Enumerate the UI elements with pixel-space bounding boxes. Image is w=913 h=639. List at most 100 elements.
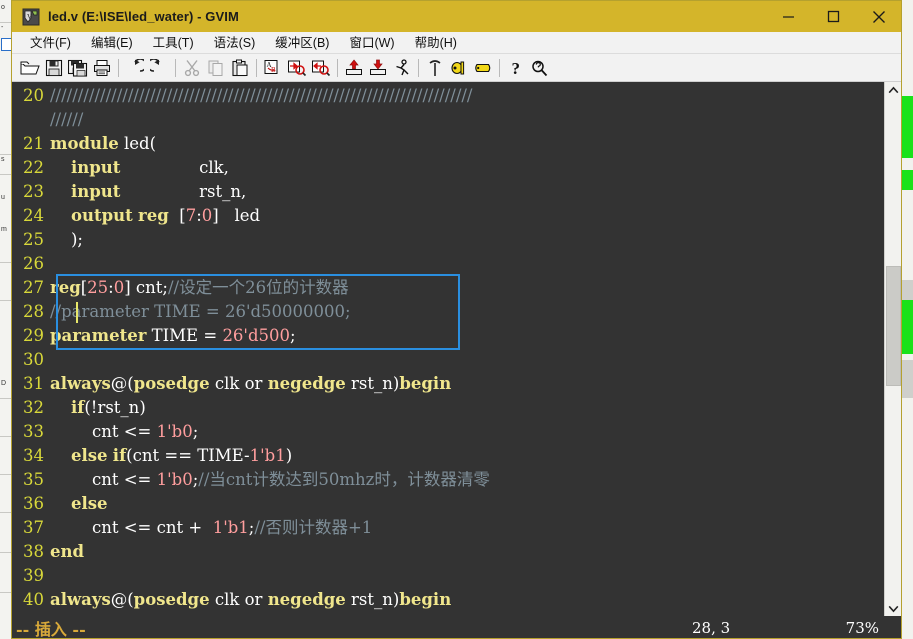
code-line[interactable]: 24 output reg [7:0] led (12, 204, 884, 228)
print-icon[interactable] (90, 56, 114, 80)
status-ruler: 28, 3 (692, 619, 731, 637)
line-number: 28 (23, 302, 44, 321)
line-text: always@(posedge clk or negedge rst_n)beg… (50, 590, 452, 609)
vertical-scrollbar[interactable] (884, 82, 901, 616)
line-number: 26 (23, 254, 44, 273)
line-text: else (70, 494, 108, 513)
line-text (50, 252, 884, 276)
scroll-up-arrow[interactable] (885, 82, 901, 98)
gvim-window: V led.v (E:\ISE\led_water) - GVIM 文件(F) … (11, 0, 902, 639)
redo-icon[interactable] (147, 56, 171, 80)
code-line[interactable]: 25 ); (12, 228, 884, 252)
load-session-icon[interactable] (342, 56, 366, 80)
gvim-icon: V (22, 8, 40, 26)
find-next-icon[interactable] (285, 56, 309, 80)
code-line[interactable]: 26 (12, 252, 884, 276)
tag-icon[interactable] (471, 56, 495, 80)
line-text (50, 348, 884, 372)
scroll-down-arrow[interactable] (885, 600, 901, 616)
code-line[interactable]: 31 always@(posedge clk or negedge rst_n)b… (12, 372, 884, 396)
code-line[interactable]: 22 input clk, (12, 156, 884, 180)
save-session-icon[interactable] (366, 56, 390, 80)
code-line[interactable]: 40 always@(posedge clk or negedge rst_n)b… (12, 588, 884, 612)
run-script-icon[interactable] (390, 56, 414, 80)
find-prev-icon[interactable] (309, 56, 333, 80)
menu-item-help[interactable]: 帮助(H) (405, 32, 467, 54)
line-text: else if(cnt == TIME-1'b1) (70, 446, 293, 465)
cut-icon (180, 56, 204, 80)
minimize-button[interactable] (766, 1, 811, 32)
code-line[interactable]: 37 cnt <= cnt + 1'b1;//否则计数器+1 (12, 516, 884, 540)
build-icon[interactable] (423, 56, 447, 80)
toolbar-separator (333, 58, 342, 77)
close-button[interactable] (856, 1, 901, 32)
line-text: end (50, 542, 85, 561)
svg-text:V: V (27, 13, 32, 21)
code-line[interactable]: 35 cnt <= 1'b0;//当cnt计数达到50mhz时，计数器清零 (12, 468, 884, 492)
undo-icon[interactable] (123, 56, 147, 80)
line-number: 34 (23, 446, 44, 465)
make-icon[interactable] (447, 56, 471, 80)
code-line[interactable]: 23 input rst_n, (12, 180, 884, 204)
menu-item-syntax[interactable]: 语法(S) (204, 32, 266, 54)
code-line[interactable]: 38 end (12, 540, 884, 564)
help-icon[interactable]: ? (504, 56, 528, 80)
text-cursor (75, 302, 78, 323)
title-bar[interactable]: V led.v (E:\ISE\led_water) - GVIM (12, 1, 901, 32)
code-line[interactable]: 32 if(!rst_n) (12, 396, 884, 420)
code-line[interactable]: 20 //////////////////////////////////////… (12, 84, 884, 108)
code-line[interactable]: 28 //parameter TIME = 26'd50000000; (12, 300, 884, 324)
line-number: 20 (23, 86, 44, 105)
open-file-icon[interactable] (18, 56, 42, 80)
line-text (50, 564, 884, 588)
maximize-button[interactable] (811, 1, 856, 32)
line-number: 24 (23, 206, 44, 225)
line-text: ////////////////////////////////////////… (50, 86, 473, 105)
line-text: parameter TIME = 26'd500; (50, 326, 296, 345)
line-number (12, 108, 50, 132)
code-line[interactable]: 21 module led( (12, 132, 884, 156)
tool-bar: A B ? (12, 54, 901, 82)
copy-icon (204, 56, 228, 80)
toolbar-separator (171, 58, 180, 77)
line-text: if(!rst_n) (70, 398, 146, 417)
menu-item-buffers[interactable]: 缓冲区(B) (265, 32, 339, 54)
code-line[interactable]: 36 else (12, 492, 884, 516)
menu-item-window[interactable]: 窗口(W) (339, 32, 404, 54)
line-text: cnt <= cnt + 1'b1;//否则计数器+1 (91, 518, 373, 537)
line-text: module led( (50, 134, 157, 153)
line-text: input clk, (70, 158, 229, 177)
line-number: 31 (23, 374, 44, 393)
line-number: 21 (23, 134, 44, 153)
window-title: led.v (E:\ISE\led_water) - GVIM (48, 9, 239, 24)
line-number: 35 (23, 470, 44, 489)
background-window-right[interactable] (902, 0, 913, 639)
toolbar-separator (414, 58, 423, 77)
code-line[interactable]: 30 (12, 348, 884, 372)
scrollbar-thumb[interactable] (886, 266, 901, 387)
menu-item-edit[interactable]: 编辑(E) (81, 32, 143, 54)
save-all-icon[interactable] (66, 56, 90, 80)
save-file-icon[interactable] (42, 56, 66, 80)
code-line[interactable]: 34 else if(cnt == TIME-1'b1) (12, 444, 884, 468)
code-line[interactable]: ////// (12, 108, 884, 132)
find-help-icon[interactable] (528, 56, 552, 80)
menu-item-tools[interactable]: 工具(T) (143, 32, 204, 54)
line-number: 27 (23, 278, 44, 297)
editor-area[interactable]: 20//////////////////////////////////////… (12, 82, 901, 638)
find-replace-icon[interactable]: A B (261, 56, 285, 80)
line-number: 25 (23, 230, 44, 249)
code-line[interactable]: 29 parameter TIME = 26'd500; (12, 324, 884, 348)
window-controls (766, 1, 901, 32)
paste-icon[interactable] (228, 56, 252, 80)
line-text: always@(posedge clk or negedge rst_n)beg… (50, 374, 452, 393)
code-line[interactable]: 27 reg[25:0] cnt;//设定一个26位的计数器 (12, 276, 884, 300)
code-text[interactable]: 20//////////////////////////////////////… (12, 82, 884, 616)
code-line[interactable]: 39 (12, 564, 884, 588)
line-text: reg[25:0] cnt;//设定一个26位的计数器 (50, 278, 349, 297)
code-line[interactable]: 33 cnt <= 1'b0; (12, 420, 884, 444)
line-text: ); (70, 230, 83, 249)
line-text: ////// (50, 110, 84, 129)
menu-item-file[interactable]: 文件(F) (20, 32, 81, 54)
line-number: 39 (23, 566, 44, 585)
